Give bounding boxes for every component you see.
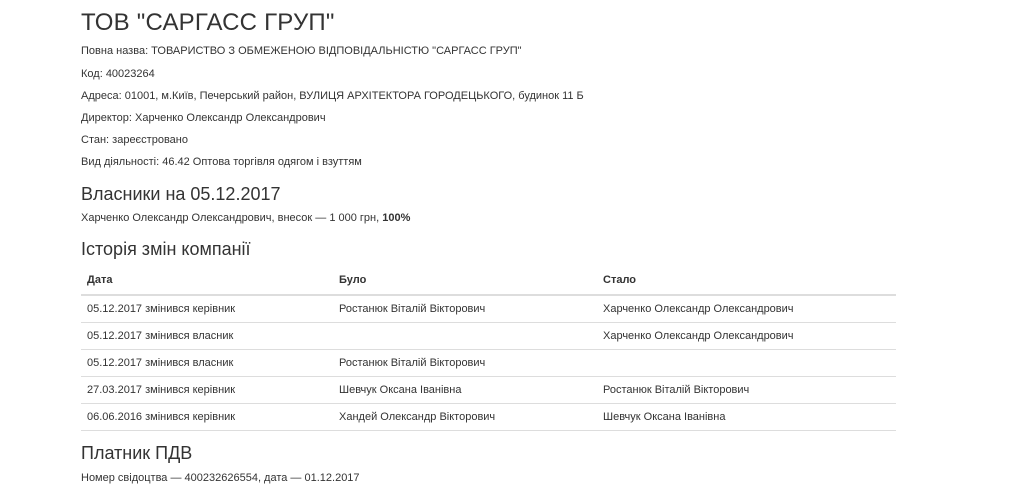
owner-entry: Харченко Олександр Олександрович, внесок…	[81, 211, 410, 225]
vat-certificate: Номер свідоцтва — 400232626554, дата — 0…	[81, 472, 360, 484]
status-line: Стан: зареєстровано	[81, 134, 188, 146]
row-was: Ростанюк Віталій Вікторович	[333, 295, 597, 323]
table-row: 05.12.2017 змінився власник Ростанюк Віт…	[81, 349, 896, 377]
history-header-row: Дата Було Стало	[81, 266, 896, 296]
table-row: 27.03.2017 змінився керівник Шевчук Окса…	[81, 376, 896, 404]
row-now: Харченко Олександр Олександрович	[597, 322, 896, 350]
row-now: Ростанюк Віталій Вікторович	[597, 376, 896, 404]
row-date: 05.12.2017 змінився керівник	[81, 295, 333, 323]
history-heading: Історія змін компанії	[81, 239, 251, 259]
company-title: ТОВ "САРГАСС ГРУП"	[81, 9, 335, 36]
owner-share: 100%	[382, 212, 411, 224]
row-was	[333, 322, 597, 350]
row-date: 05.12.2017 змінився власник	[81, 322, 333, 350]
code-line: Код: 40023264	[81, 68, 155, 80]
owner-entry-text: Харченко Олександр Олександрович, внесок…	[81, 212, 383, 224]
address-line: Адреса: 01001, м.Київ, Печерський район,…	[81, 90, 584, 102]
row-was: Хандей Олександр Вікторович	[333, 403, 597, 431]
row-date: 27.03.2017 змінився керівник	[81, 376, 333, 404]
row-date: 05.12.2017 змінився власник	[81, 349, 333, 377]
row-date: 06.06.2016 змінився керівник	[81, 403, 333, 431]
column-header-was: Було	[333, 266, 597, 296]
row-was: Шевчук Оксана Іванівна	[333, 376, 597, 404]
table-row: 06.06.2016 змінився керівник Хандей Олек…	[81, 403, 896, 431]
row-was: Ростанюк Віталій Вікторович	[333, 349, 597, 377]
owners-heading: Власники на 05.12.2017	[81, 184, 281, 204]
row-now: Шевчук Оксана Іванівна	[597, 403, 896, 431]
row-now: Харченко Олександр Олександрович	[597, 295, 896, 323]
table-row: 05.12.2017 змінився власник Харченко Оле…	[81, 322, 896, 350]
director-line: Директор: Харченко Олександр Олександров…	[81, 112, 326, 124]
row-now	[597, 349, 896, 377]
column-header-now: Стало	[597, 266, 896, 296]
column-header-date: Дата	[81, 266, 333, 296]
full-name-line: Повна назва: ТОВАРИСТВО З ОБМЕЖЕНОЮ ВІДП…	[81, 45, 522, 57]
page: ТОВ "САРГАСС ГРУП" Повна назва: ТОВАРИСТ…	[0, 0, 1024, 495]
vat-heading: Платник ПДВ	[81, 443, 193, 463]
table-row: 05.12.2017 змінився керівник Ростанюк Ві…	[81, 295, 896, 323]
activity-line: Вид діяльності: 46.42 Оптова торгівля од…	[81, 156, 362, 168]
history-table: Дата Було Стало 05.12.2017 змінився кері…	[81, 266, 896, 431]
